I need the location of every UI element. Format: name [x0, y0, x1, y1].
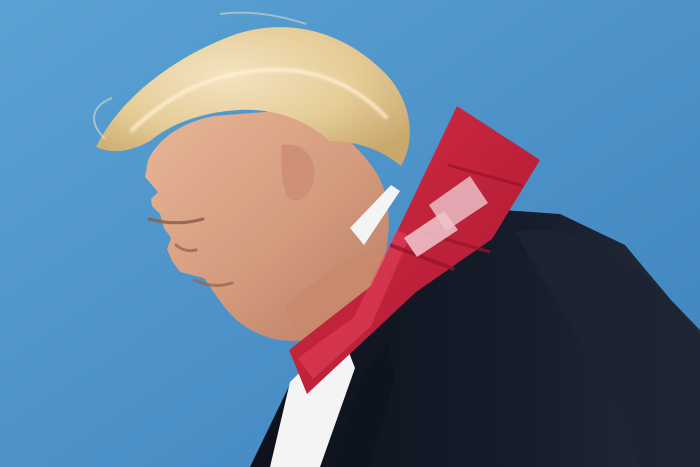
photo-scene	[0, 0, 700, 467]
photo-canvas	[0, 0, 700, 467]
